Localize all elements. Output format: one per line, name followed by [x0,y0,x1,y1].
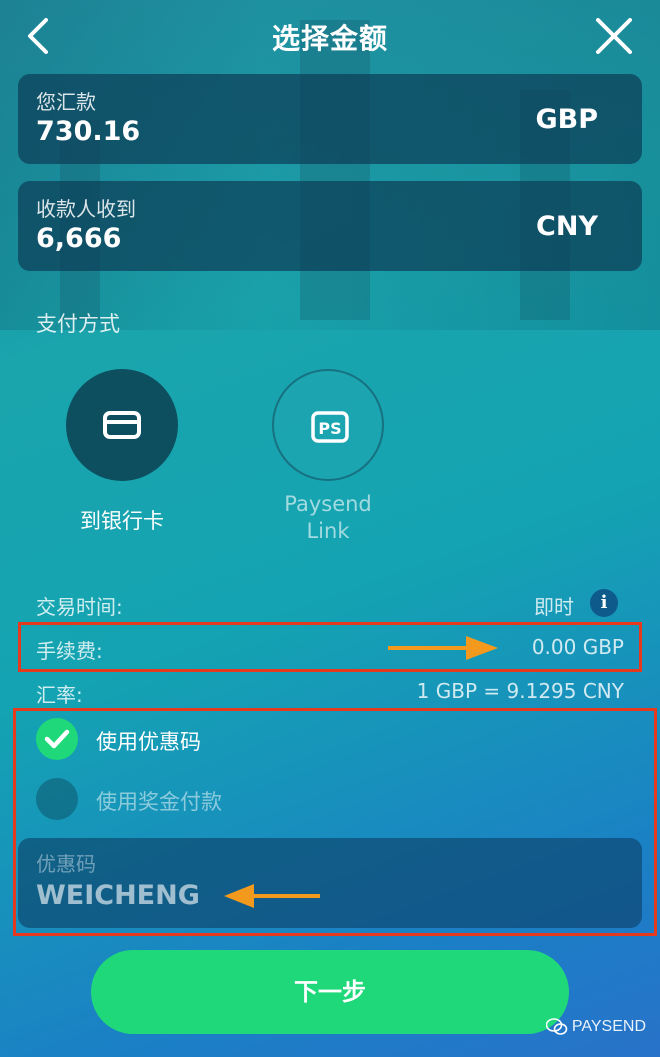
card-icon [103,411,141,439]
transaction-time-row: 交易时间: 即时 i [36,589,624,621]
payment-method-paysend-link[interactable]: PS [272,369,384,481]
close-icon [596,18,632,54]
use-promo-label[interactable]: 使用优惠码 [96,726,201,756]
send-amount-field[interactable]: 您汇款 730.16 GBP [18,74,642,164]
promo-code-value[interactable]: WEICHENG [36,880,200,911]
promo-code-field[interactable]: 优惠码 WEICHENG [18,838,642,928]
transaction-time-label: 交易时间: [36,595,123,619]
payment-method-paysend-link-label: Paysend Link [252,491,404,545]
paysend-link-label-line1: Paysend [284,492,372,516]
close-button[interactable] [592,14,636,58]
next-step-button[interactable]: 下一步 [91,950,569,1034]
transaction-time-value: 即时 [534,595,574,619]
exchange-rate-value: 1 GBP = 9.1295 CNY [416,679,624,703]
payment-method-heading: 支付方式 [36,312,120,336]
svg-text:PS: PS [318,419,341,438]
use-bonus-label[interactable]: 使用奖金付款 [96,786,222,816]
promo-code-label: 优惠码 [36,852,96,876]
info-icon[interactable]: i [590,589,618,617]
receive-amount-value[interactable]: 6,666 [36,223,121,254]
arrow-right-icon [388,636,498,660]
send-amount-label: 您汇款 [36,90,96,114]
receive-amount-field[interactable]: 收款人收到 6,666 CNY [18,181,642,271]
fee-label: 手续费: [36,639,103,663]
fee-row: 手续费: 0.00 GBP [36,635,624,665]
send-currency[interactable]: GBP [535,104,598,135]
wechat-icon [545,1018,568,1035]
use-promo-checkbox[interactable] [36,718,78,760]
checkmark-icon [44,729,70,749]
fee-value: 0.00 GBP [531,635,624,659]
paysend-link-icon: PS [311,411,349,443]
page-title: 选择金额 [271,22,388,55]
watermark: PAYSEND [545,1018,646,1036]
use-bonus-checkbox[interactable] [36,778,78,820]
payment-method-bank-card[interactable] [66,369,178,481]
paysend-link-label-line2: Link [306,519,350,543]
send-amount-value[interactable]: 730.16 [36,116,140,147]
exchange-rate-label: 汇率: [36,683,83,707]
top-bar: 选择金额 [0,0,660,72]
watermark-text: PAYSEND [571,1018,646,1036]
receive-amount-label: 收款人收到 [36,197,136,221]
payment-method-bank-card-label: 到银行卡 [80,509,164,533]
receive-currency[interactable]: CNY [536,211,598,242]
arrow-left-icon [224,884,320,908]
exchange-rate-row: 汇率: 1 GBP = 9.1295 CNY [36,679,624,709]
